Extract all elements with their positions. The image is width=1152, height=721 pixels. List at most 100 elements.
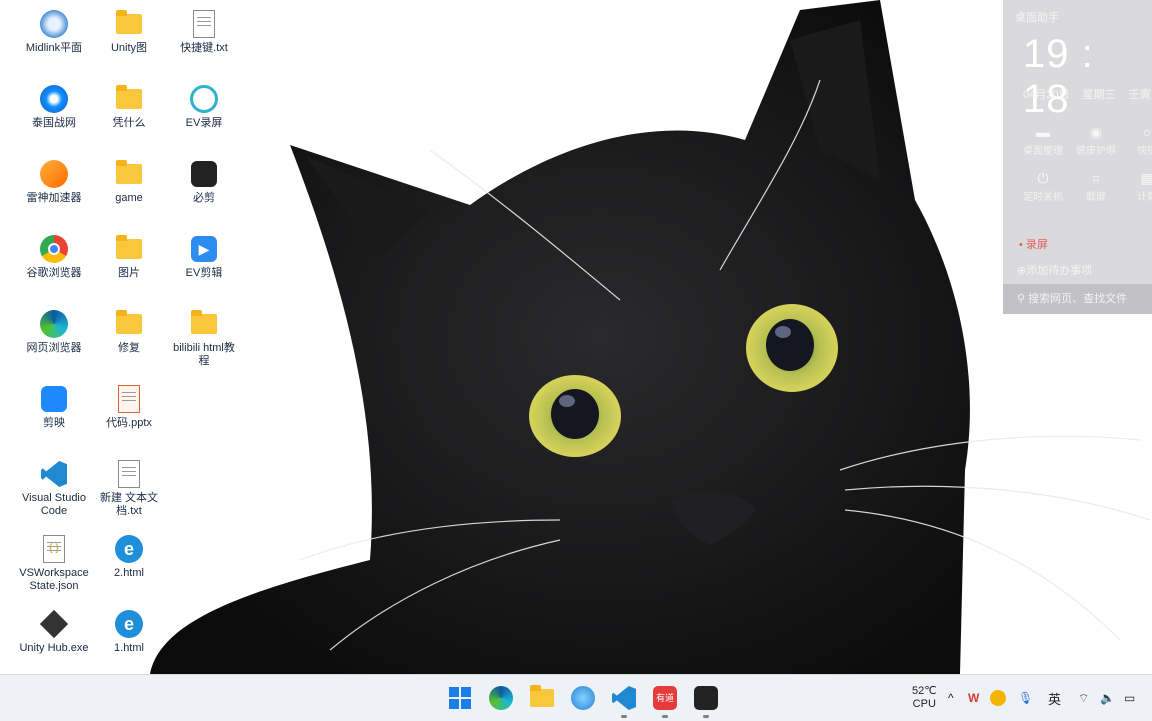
tool-label: 截屏: [1086, 192, 1106, 203]
running-indicator: [662, 715, 668, 718]
jianying-icon: [41, 386, 67, 412]
desktop-icon-pptx[interactable]: 代码.pptx: [94, 379, 164, 449]
desktop-icon-label: EV录屏: [185, 117, 223, 129]
desktop-icon-label: Visual Studio Code: [21, 492, 86, 517]
start-button[interactable]: [444, 682, 476, 714]
desktop-icon-label: 谷歌浏览器: [26, 267, 82, 279]
unity-hub-icon: [39, 609, 69, 639]
desktop-icon-workspace-json[interactable]: { } VSWorkspaceState.json: [19, 529, 89, 599]
tool-desktop-organize[interactable]: ▬ 桌面整理: [1017, 124, 1069, 157]
desktop-icon-folder-repair[interactable]: 修复: [94, 304, 164, 374]
vscode-icon: [612, 686, 636, 710]
tool-timed-shutdown[interactable]: ⏻ 定时关机: [1017, 170, 1069, 203]
desktop-icon-label: 泰国战网: [32, 117, 76, 129]
battery-icon[interactable]: ▭: [1124, 675, 1135, 721]
desktop-icon-label: 网页浏览器: [26, 342, 82, 354]
volume-icon[interactable]: 🔈: [1100, 675, 1115, 721]
folder-icon: [116, 85, 142, 109]
desktop-icon-midlink[interactable]: Midlink平面: [19, 4, 89, 74]
file-explorer-icon: [530, 685, 554, 707]
folder-icon: [116, 310, 142, 334]
plus-circle-icon: ⊕: [1017, 265, 1027, 277]
cpu-temp-value: 52℃: [912, 685, 937, 697]
tool-label: 定时关机: [1023, 192, 1063, 203]
desktop-icon-folder-bilibili[interactable]: bilibili html教程: [169, 304, 239, 374]
ev-editor-icon: ▶: [191, 236, 217, 262]
desktop-icon-vscode[interactable]: Visual Studio Code: [19, 454, 89, 524]
edge-icon: [489, 686, 513, 710]
desktop-icon-label: 必剪: [193, 192, 215, 204]
desktop-icon-ev-editor[interactable]: ▶ EV剪辑: [169, 229, 239, 299]
tool-calculator[interactable]: ▦ 计算: [1121, 170, 1152, 203]
tool-shortcut[interactable]: ○ 快捷: [1121, 124, 1152, 157]
tool-label: 健康护眼: [1076, 146, 1116, 157]
desktop-icon-shortcuts-txt[interactable]: 快捷键.txt: [169, 4, 239, 74]
taskbar-edge[interactable]: [485, 682, 517, 714]
bijian-app-icon: [191, 161, 217, 187]
desktop-icon-battlenet[interactable]: 泰国战网: [19, 79, 89, 149]
desktop-icon-label: VSWorkspaceState.json: [19, 567, 89, 592]
power-icon: ⏻: [1037, 170, 1049, 186]
cpu-temperature[interactable]: 52℃ CPU: [912, 675, 937, 721]
json-file-icon: { }: [43, 535, 65, 563]
wps-tray-icon[interactable]: W: [968, 675, 979, 721]
desktop-icon-label: 代码.pptx: [106, 417, 152, 429]
desktop-icon-folder-pictures[interactable]: 图片: [94, 229, 164, 299]
show-hidden-icons-button[interactable]: ^: [948, 675, 954, 721]
desktop-icon-folder-game[interactable]: game: [94, 154, 164, 224]
desktop-icon-chrome[interactable]: 谷歌浏览器: [19, 229, 89, 299]
ime-indicator[interactable]: 英: [1048, 675, 1061, 721]
taskbar: 有道 52℃ CPU ^ W 🎙 英 ⌔ 🔈 ▭: [0, 674, 1152, 721]
add-todo-label: 添加待办事项: [1026, 265, 1093, 277]
calculator-icon: ▦: [1140, 170, 1152, 186]
tool-label: 快捷: [1137, 146, 1152, 157]
desktop-icon-leishen[interactable]: 雷神加速器: [19, 154, 89, 224]
folder-icon: [116, 160, 142, 184]
desktop-icon-label: 新建 文本文档.txt: [99, 492, 159, 517]
desktop-icon-label: Unity Hub.exe: [19, 642, 89, 654]
microphone-icon[interactable]: 🎙: [1018, 675, 1033, 721]
widget-title: 桌面助手: [1015, 12, 1059, 24]
desktop-icon-1-html[interactable]: e 1.html: [94, 604, 164, 674]
monitor-icon: ▬: [1036, 124, 1050, 140]
desktop-icon-jianying[interactable]: 剪映: [19, 379, 89, 449]
tool-label: 桌面整理: [1023, 146, 1063, 157]
record-button[interactable]: • 录屏: [1019, 236, 1048, 252]
taskbar-file-explorer[interactable]: [526, 682, 558, 714]
desktop-icon-folder-pingshenme[interactable]: 凭什么: [94, 79, 164, 149]
tray-app-icon[interactable]: [990, 675, 1006, 721]
desktop-icon-ev-recorder[interactable]: EV录屏: [169, 79, 239, 149]
add-todo-button[interactable]: ⊕添加待办事项: [1017, 262, 1092, 278]
vscode-icon: [41, 461, 67, 487]
crop-icon: ⌗: [1092, 170, 1100, 186]
tool-eye-care[interactable]: ◉ 健康护眼: [1070, 124, 1122, 157]
desktop-icon-unity-folder[interactable]: Unity图: [94, 4, 164, 74]
desktop-icon-unity-hub[interactable]: Unity Hub.exe: [19, 604, 89, 674]
search-icon: ○: [1142, 124, 1152, 140]
record-label: 录屏: [1025, 239, 1048, 251]
folder-icon: [116, 10, 142, 34]
youdao-icon: 有道: [653, 686, 677, 710]
desktop-icon-2-html[interactable]: e 2.html: [94, 529, 164, 599]
tool-screenshot[interactable]: ⌗ 截屏: [1070, 170, 1122, 203]
ie-html-file-icon: e: [115, 535, 143, 563]
desktop-icon-label: Midlink平面: [25, 42, 83, 54]
widget-search-box[interactable]: ⚲ 搜索网页、查找文件: [1003, 284, 1152, 314]
cpu-label: CPU: [912, 698, 936, 710]
yellow-app-icon: [990, 690, 1006, 706]
taskbar-vscode[interactable]: [608, 682, 640, 718]
widget-date: 04月20日: [1023, 89, 1070, 101]
tool-label: 计算: [1137, 192, 1152, 203]
taskbar-youdao[interactable]: 有道: [649, 682, 681, 718]
edge-icon: [40, 310, 68, 338]
desktop-icon-label: game: [115, 192, 143, 204]
desktop-icon-edge[interactable]: 网页浏览器: [19, 304, 89, 374]
desktop-icon-label: 快捷键.txt: [180, 42, 228, 54]
taskbar-bijian[interactable]: [690, 682, 722, 718]
desktop-icon-bijian[interactable]: 必剪: [169, 154, 239, 224]
desktop-icon-new-text[interactable]: 新建 文本文档.txt: [94, 454, 164, 524]
taskbar-photos[interactable]: [567, 682, 599, 714]
record-dot-icon: •: [1019, 239, 1026, 251]
wifi-icon[interactable]: ⌔: [1078, 675, 1089, 721]
text-file-icon: [118, 460, 140, 488]
